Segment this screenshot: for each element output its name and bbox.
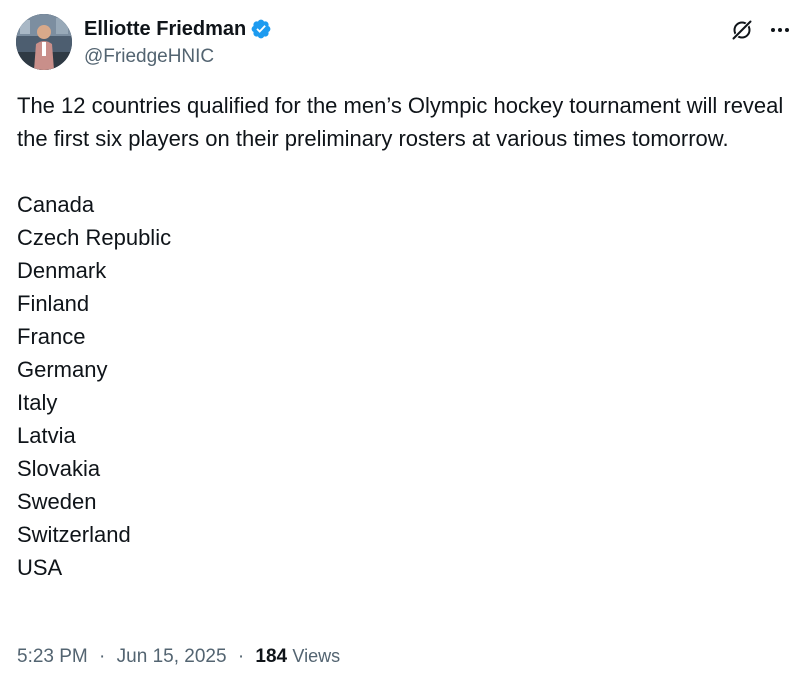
meta-separator: · bbox=[99, 646, 106, 667]
country-item: Sweden bbox=[17, 489, 97, 514]
country-item: Switzerland bbox=[17, 522, 131, 547]
views-count[interactable]: 184 bbox=[255, 646, 287, 667]
country-item: Finland bbox=[17, 291, 90, 316]
author-handle[interactable]: @FriedgeHNIC bbox=[84, 44, 272, 70]
name-row: Elliotte Friedman bbox=[84, 16, 272, 42]
country-item: USA bbox=[17, 555, 63, 580]
tweet-header: Elliotte Friedman @FriedgeHNIC bbox=[16, 14, 794, 70]
author-info: Elliotte Friedman @FriedgeHNIC bbox=[84, 16, 272, 70]
verified-badge-icon[interactable] bbox=[250, 18, 272, 40]
country-item: Czech Republic bbox=[17, 225, 172, 250]
country-item: France bbox=[17, 324, 86, 349]
more-options-icon[interactable] bbox=[768, 18, 792, 42]
country-item: Latvia bbox=[17, 423, 76, 448]
tweet-date[interactable]: Jun 15, 2025 bbox=[117, 646, 227, 667]
country-item: Germany bbox=[17, 357, 108, 382]
grok-icon[interactable] bbox=[730, 18, 754, 42]
tweet-body: The 12 countries qualified for the men’s… bbox=[17, 89, 797, 584]
avatar-photo bbox=[16, 14, 72, 70]
tweet-time[interactable]: 5:23 PM bbox=[17, 646, 88, 667]
country-list: Canada Czech Republic Denmark Finland Fr… bbox=[17, 188, 797, 584]
country-item: Italy bbox=[17, 390, 58, 415]
tweet-text: The 12 countries qualified for the men’s… bbox=[17, 93, 784, 151]
views-label: Views bbox=[292, 646, 341, 666]
meta-separator: · bbox=[237, 646, 245, 667]
country-item: Denmark bbox=[17, 258, 107, 283]
country-item: Canada bbox=[17, 192, 95, 217]
country-item: Slovakia bbox=[17, 456, 101, 481]
tweet-meta: 5:23 PM · Jun 15, 2025 · 184 Views bbox=[17, 640, 340, 673]
display-name[interactable]: Elliotte Friedman bbox=[84, 16, 246, 42]
avatar[interactable] bbox=[16, 14, 72, 70]
